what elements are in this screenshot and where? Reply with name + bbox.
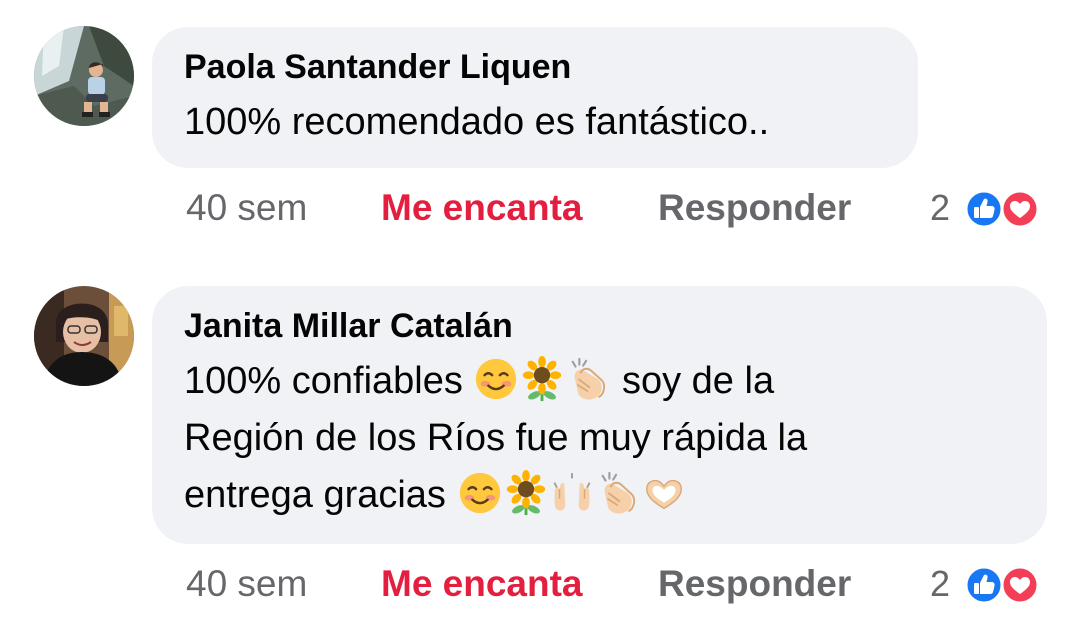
heart-icon xyxy=(1000,189,1040,229)
comment-author[interactable]: Janita Millar Catalán xyxy=(184,306,1017,346)
comment-text-line: 100% confiables soy de la xyxy=(184,353,1017,410)
comment-text-segment: 100% confiables xyxy=(184,360,474,402)
comment-text-segment: entrega gracias xyxy=(184,474,457,516)
like-icon xyxy=(964,565,1004,605)
avatar-photo xyxy=(34,286,134,386)
comment-item: Janita Millar Catalán 100% confiables so… xyxy=(0,250,1080,628)
reply-button[interactable]: Responder xyxy=(658,186,851,230)
smiling-face-icon xyxy=(457,470,503,516)
comment-timestamp[interactable]: 40 sem xyxy=(186,562,307,606)
avatar[interactable] xyxy=(34,26,134,126)
comment-item: Paola Santander Liquen 100% recomendado … xyxy=(0,0,1080,250)
avatar-photo xyxy=(34,26,134,126)
comment-text: 100% confiables soy de la Región de los … xyxy=(184,353,1017,524)
comment-timestamp[interactable]: 40 sem xyxy=(186,186,307,230)
sunflower-icon xyxy=(503,470,549,516)
smiling-face-icon xyxy=(473,356,519,402)
comment-text-line: entrega gracias xyxy=(184,467,1017,524)
love-reaction-button[interactable]: Me encanta xyxy=(381,562,583,606)
heart-hands-icon xyxy=(641,470,687,516)
comment-text: 100% recomendado es fantástico.. xyxy=(184,101,770,143)
clapping-hands-icon xyxy=(565,356,611,402)
sunflower-icon xyxy=(519,356,565,402)
comment-bubble: Paola Santander Liquen 100% recomendado … xyxy=(152,27,918,168)
like-icon xyxy=(964,189,1004,229)
love-reaction-button[interactable]: Me encanta xyxy=(381,186,583,230)
comment-author[interactable]: Paola Santander Liquen xyxy=(184,47,888,87)
heart-icon xyxy=(1000,565,1040,605)
avatar[interactable] xyxy=(34,286,134,386)
raising-hands-icon xyxy=(549,470,595,516)
comment-bubble: Janita Millar Catalán 100% confiables so… xyxy=(152,286,1047,544)
reply-button[interactable]: Responder xyxy=(658,562,851,606)
clapping-hands-icon xyxy=(595,470,641,516)
comment-text-line: Región de los Ríos fue muy rápida la xyxy=(184,417,808,459)
reaction-count: 2 xyxy=(930,187,951,228)
reaction-count: 2 xyxy=(930,563,951,604)
comment-text-segment: soy de la xyxy=(611,360,775,402)
